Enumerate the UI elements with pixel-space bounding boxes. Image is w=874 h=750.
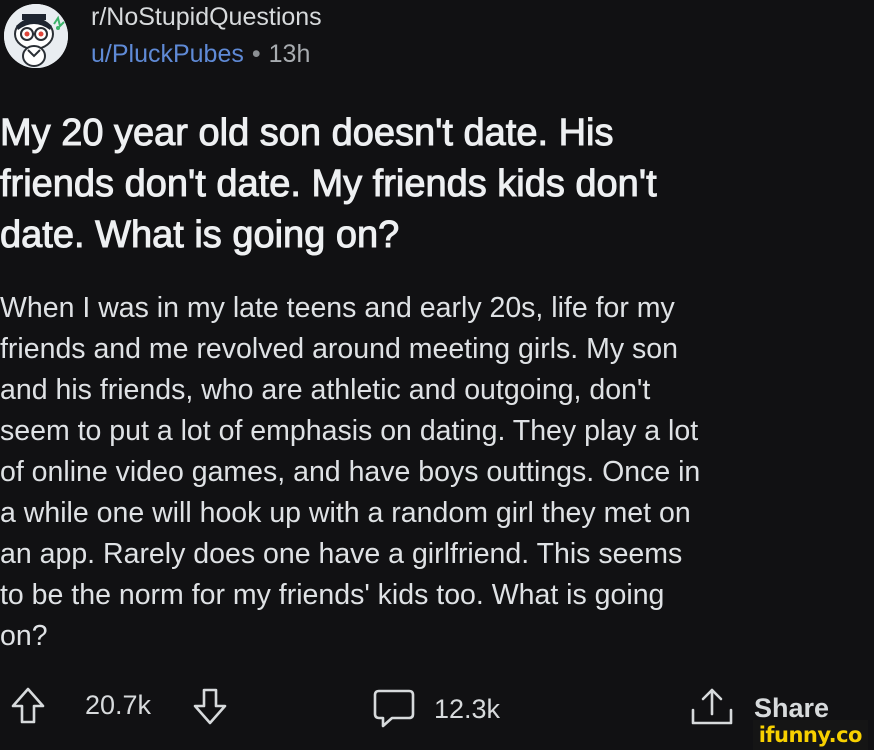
snoo-mascot-icon [4, 4, 68, 68]
vote-count-label: 20.7k [85, 690, 152, 720]
vote-count: 20.7k [85, 690, 151, 721]
downvote-arrow-icon [193, 688, 227, 725]
post-action-bar: 20.7k 12.3k Share [0, 680, 874, 736]
post-body: When I was in my late teens and early 20… [0, 292, 701, 652]
share-label: Share [754, 692, 830, 723]
downvote-button[interactable] [192, 686, 228, 726]
upvote-arrow-icon [11, 687, 45, 724]
subreddit-avatar[interactable] [4, 4, 68, 68]
post-meta: u/PluckPubes • 13h [91, 40, 310, 69]
post-age: 13h [268, 40, 311, 68]
subreddit-name[interactable]: r/NoStupidQuestions [91, 3, 322, 32]
author-username[interactable]: u/PluckPubes [91, 40, 244, 68]
comment-bubble-icon [373, 689, 415, 728]
post-title[interactable]: My 20 year old son doesn't date. His fri… [0, 108, 860, 261]
ifunny-watermark: ifunny.co [752, 720, 868, 750]
post-header: r/NoStupidQuestions u/PluckPubes • 13h [0, 0, 874, 80]
share-upload-icon [691, 688, 733, 725]
comments-button[interactable]: 12.3k [372, 688, 500, 730]
comment-count-label: 12.3k [434, 693, 501, 724]
meta-separator: • [251, 40, 261, 68]
upvote-button[interactable] [10, 686, 46, 726]
